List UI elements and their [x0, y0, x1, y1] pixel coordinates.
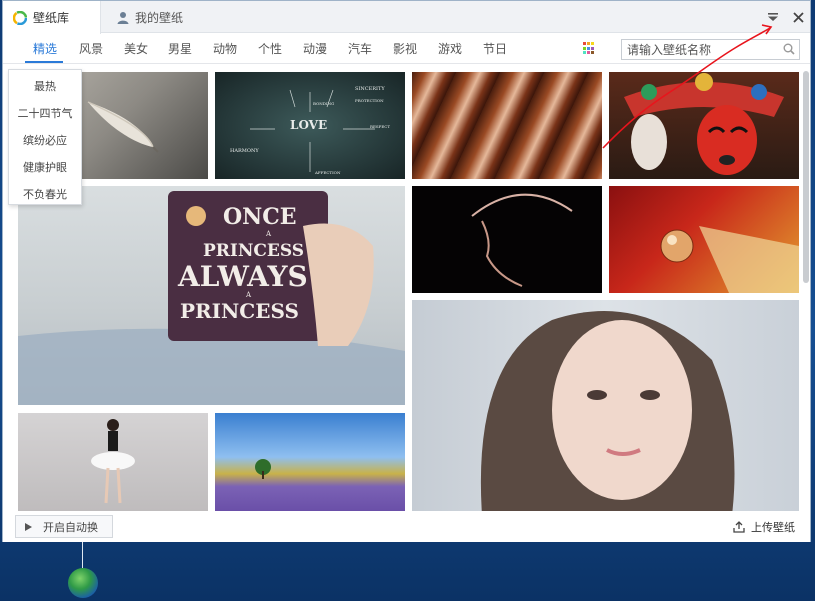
nav-item-male-stars[interactable]: 男星	[168, 40, 192, 57]
desktop-connector-line	[82, 542, 83, 568]
upload-wallpaper-button[interactable]: 上传壁纸	[733, 519, 795, 535]
chalk-word: AFFECTION	[314, 170, 341, 175]
wallpaper-thumb-mug[interactable]: ONCE A PRINCESS ALWAYS A PRINCESS	[18, 186, 405, 405]
upload-label: 上传壁纸	[751, 521, 795, 534]
upload-icon	[733, 521, 745, 533]
dropdown-item-bing[interactable]: 缤纷必应	[9, 132, 81, 148]
mug-text: ONCE	[223, 204, 297, 230]
wallpaper-thumb-opera-mask[interactable]	[609, 72, 799, 179]
auto-change-button[interactable]: 开启自动换	[15, 515, 113, 538]
wallpaper-window: 壁纸库 我的壁纸 精选 风景 美女 男星 动物 个性 动漫 汽车 影视 游戏 节…	[2, 0, 811, 542]
dropdown-item-spring[interactable]: 不负春光	[9, 186, 81, 202]
mug-text: PRINCESS	[203, 241, 304, 261]
wallpaper-thumb-stripes[interactable]	[412, 72, 602, 179]
wallpaper-thumb-portrait[interactable]	[412, 300, 799, 511]
chalk-word: LOVE	[290, 118, 327, 132]
wallpaper-thumb-silhouette[interactable]	[412, 186, 602, 293]
wallpaper-thumb-lavender[interactable]	[215, 413, 405, 511]
app-logo-icon	[13, 10, 27, 25]
user-icon	[117, 11, 129, 24]
dropdown-menu-icon[interactable]	[764, 8, 782, 26]
nav-item-anime[interactable]: 动漫	[303, 40, 327, 57]
wallpaper-thumb-marble[interactable]	[609, 186, 799, 293]
search-box	[621, 39, 800, 60]
wallpaper-grid: SINCERITY BONDING PROTECTION LOVE RESPEC…	[3, 65, 810, 511]
dropdown-item-eye-care[interactable]: 健康护眼	[9, 159, 81, 175]
chalk-word: BONDING	[313, 101, 334, 106]
nav-item-featured[interactable]: 精选	[33, 40, 57, 57]
chalk-word: RESPECT	[370, 124, 390, 129]
nav-item-personality[interactable]: 个性	[258, 40, 282, 57]
nav-item-holidays[interactable]: 节日	[483, 40, 507, 57]
mug-text: A	[245, 291, 252, 299]
dropdown-item-hottest[interactable]: 最热	[9, 78, 81, 94]
chalk-word: PROTECTION	[355, 98, 384, 103]
wallpaper-thumb-ballerina[interactable]	[18, 413, 208, 511]
close-icon[interactable]	[789, 8, 807, 26]
nav-item-movies[interactable]: 影视	[393, 40, 417, 57]
auto-change-label: 开启自动换	[43, 520, 98, 534]
play-icon	[24, 522, 33, 532]
footer-bar: 开启自动换 上传壁纸	[3, 511, 810, 542]
tab-my-wallpaper[interactable]: 我的壁纸	[113, 1, 183, 33]
wallpaper-thumb-love[interactable]: SINCERITY BONDING PROTECTION LOVE RESPEC…	[215, 72, 405, 179]
nav-item-animals[interactable]: 动物	[213, 40, 237, 57]
chalk-word: SINCERITY	[355, 86, 385, 92]
search-icon[interactable]	[783, 43, 795, 58]
active-tab-underline	[25, 61, 63, 63]
mug-text: A	[265, 230, 272, 238]
tab-wallpaper-library[interactable]: 壁纸库	[3, 1, 101, 34]
mug-text: PRINCESS	[180, 299, 299, 323]
search-input[interactable]	[622, 40, 772, 59]
scrollbar-thumb[interactable]	[803, 71, 809, 283]
nav-item-games[interactable]: 游戏	[438, 40, 462, 57]
dropdown-item-solar-terms[interactable]: 二十四节气	[9, 105, 81, 121]
color-grid-icon[interactable]	[583, 42, 596, 55]
mug-text: ALWAYS	[177, 260, 308, 293]
chalk-word: HARMONY	[230, 148, 259, 154]
featured-dropdown-menu: 最热 二十四节气 缤纷必应 健康护眼 不负春光	[8, 69, 82, 205]
globe-icon[interactable]	[68, 568, 98, 598]
nav-item-scenery[interactable]: 风景	[79, 40, 103, 57]
tab-label: 壁纸库	[33, 11, 70, 25]
nav-item-cars[interactable]: 汽车	[348, 40, 372, 57]
title-bar: 壁纸库 我的壁纸	[3, 1, 810, 34]
category-nav: 精选 风景 美女 男星 动物 个性 动漫 汽车 影视 游戏 节日	[3, 34, 810, 64]
nav-item-beauty[interactable]: 美女	[124, 40, 148, 57]
tab-label: 我的壁纸	[135, 10, 184, 25]
